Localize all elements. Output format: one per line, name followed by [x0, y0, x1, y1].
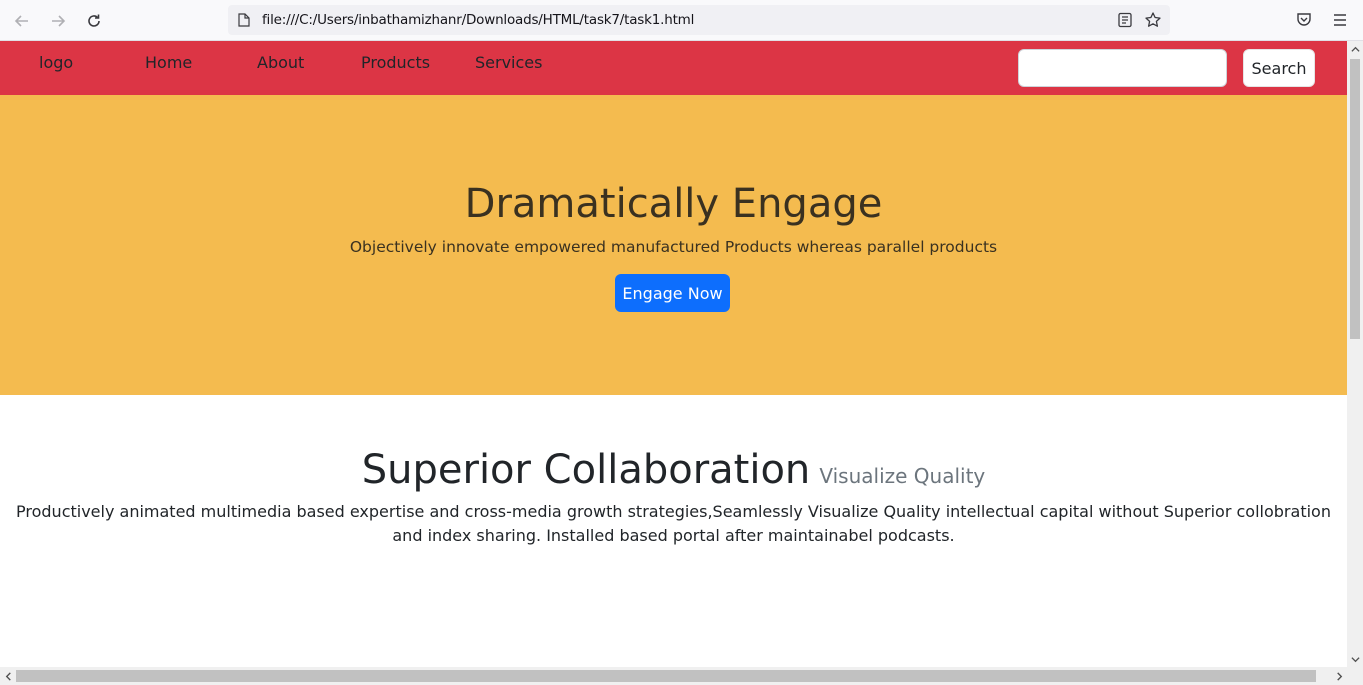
url-text[interactable]: file:///C:/Users/inbathamizhanr/Download…: [262, 12, 694, 28]
nav-link-home[interactable]: Home: [145, 53, 192, 72]
vertical-scroll-thumb[interactable]: [1350, 59, 1360, 339]
scroll-left-icon[interactable]: [0, 668, 16, 684]
logo[interactable]: logo: [39, 53, 73, 72]
section-body: Productively animated multimedia based e…: [16, 502, 1331, 545]
section-subtitle: Visualize Quality: [819, 464, 986, 488]
scrollbar-corner: [1347, 667, 1363, 685]
navbar: logo Home About Products Services Search: [0, 41, 1347, 95]
hero-subtitle: Objectively innovate empowered manufactu…: [349, 238, 998, 256]
engage-now-button[interactable]: Engage Now: [615, 274, 730, 312]
search-input[interactable]: [1018, 49, 1227, 87]
nav-link-about[interactable]: About: [257, 53, 304, 72]
scroll-down-icon[interactable]: [1347, 651, 1363, 667]
search-button[interactable]: Search: [1243, 49, 1315, 87]
nav-link-services[interactable]: Services: [475, 53, 542, 72]
hero-section: Dramatically Engage Objectively innovate…: [0, 95, 1347, 395]
section-heading: Superior Collaboration Visualize Quality: [0, 447, 1347, 493]
pocket-icon[interactable]: [1295, 11, 1313, 29]
back-arrow-icon[interactable]: [10, 9, 34, 33]
menu-icon[interactable]: [1331, 11, 1349, 29]
horizontal-scroll-thumb[interactable]: [16, 670, 1316, 682]
reload-icon[interactable]: [82, 9, 106, 33]
vertical-scrollbar[interactable]: [1347, 41, 1363, 667]
nav-link-products[interactable]: Products: [361, 53, 430, 72]
reader-view-icon[interactable]: [1116, 11, 1134, 29]
page-viewport: logo Home About Products Services Search…: [0, 41, 1347, 667]
section-title: Superior Collaboration: [361, 447, 811, 493]
browser-toolbar: file:///C:/Users/inbathamizhanr/Download…: [0, 0, 1363, 41]
address-bar[interactable]: file:///C:/Users/inbathamizhanr/Download…: [228, 5, 1170, 35]
page-icon: [238, 13, 250, 27]
bookmark-star-icon[interactable]: [1144, 11, 1162, 29]
horizontal-scrollbar[interactable]: [0, 667, 1347, 685]
forward-arrow-icon[interactable]: [46, 9, 70, 33]
scroll-up-icon[interactable]: [1347, 41, 1363, 57]
hero-title: Dramatically Engage: [464, 181, 883, 227]
scroll-right-icon[interactable]: [1331, 668, 1347, 684]
